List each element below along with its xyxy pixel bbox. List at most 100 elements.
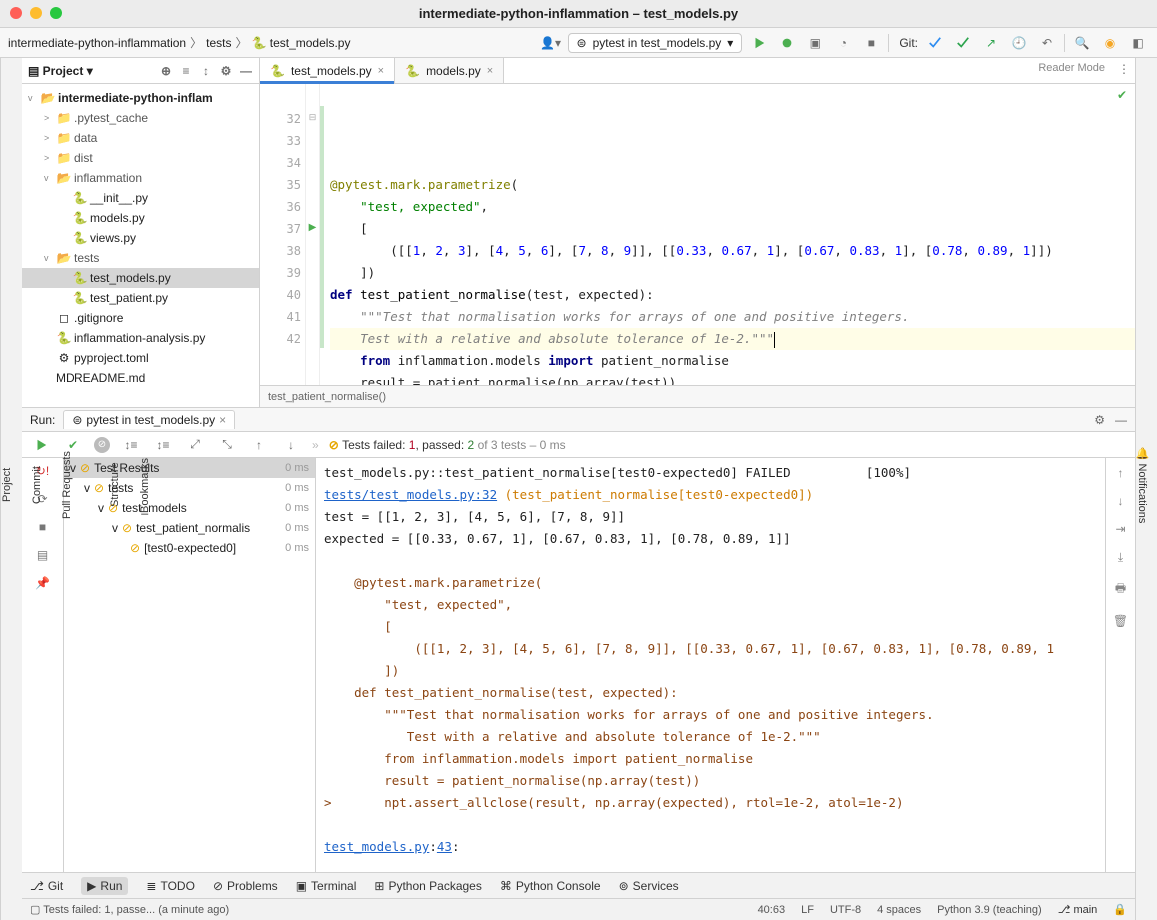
- close-icon[interactable]: [10, 7, 22, 19]
- tree-row[interactable]: v📂inflammation: [22, 168, 259, 188]
- tree-row[interactable]: >📁.pytest_cache: [22, 108, 259, 128]
- breadcrumb[interactable]: intermediate-python-inflammation 〉 tests…: [8, 34, 350, 51]
- file-encoding[interactable]: UTF-8: [830, 904, 861, 916]
- tree-row[interactable]: 🐍test_models.py: [22, 268, 259, 288]
- next-fail-button[interactable]: ↓: [280, 434, 302, 456]
- vcs-push-button[interactable]: ↗: [980, 32, 1002, 54]
- status-message[interactable]: ▢ Tests failed: 1, passe... (a minute ag…: [30, 903, 229, 916]
- test-tree-row[interactable]: v⊘tests0 ms: [64, 478, 315, 498]
- run-button[interactable]: [748, 32, 770, 54]
- tool-pull-requests[interactable]: Pull Requests: [61, 447, 73, 523]
- close-icon[interactable]: ×: [487, 65, 493, 77]
- test-output[interactable]: test_models.py::test_patient_normalise[t…: [316, 458, 1105, 872]
- tree-row[interactable]: v📂intermediate-python-inflam: [22, 88, 259, 108]
- editor-breadcrumb[interactable]: test_patient_normalise(): [260, 385, 1135, 407]
- collapse-icon[interactable]: ↕: [199, 64, 213, 78]
- git-branch[interactable]: ⎇ main: [1058, 903, 1098, 916]
- test-tree-row[interactable]: v⊘Test Results0 ms: [64, 458, 315, 478]
- tree-row[interactable]: ⚙︎pyproject.toml: [22, 348, 259, 368]
- indent-setting[interactable]: 4 spaces: [877, 904, 921, 916]
- test-tree-row[interactable]: v⊘test_patient_normalis0 ms: [64, 518, 315, 538]
- layout-button[interactable]: ▤: [37, 548, 48, 562]
- print-icon[interactable]: 🖶: [1115, 579, 1126, 600]
- close-icon[interactable]: ×: [219, 413, 226, 427]
- sort-button[interactable]: ↕≡: [120, 434, 142, 456]
- pin-icon[interactable]: 📌: [35, 576, 50, 590]
- test-tree-row[interactable]: v⊘test_models0 ms: [64, 498, 315, 518]
- hide-icon[interactable]: —: [239, 64, 253, 78]
- breadcrumb-item[interactable]: intermediate-python-inflammation: [8, 36, 186, 50]
- test-results-tree[interactable]: v⊘Test Results0 msv⊘tests0 msv⊘test_mode…: [64, 458, 316, 872]
- tool-python-console[interactable]: ⌘ Python Console: [500, 879, 601, 893]
- minimize-icon[interactable]: [30, 7, 42, 19]
- expand-icon[interactable]: ≡: [179, 64, 193, 78]
- trash-icon[interactable]: 🗑: [1113, 614, 1128, 628]
- tree-row[interactable]: 🐍inflammation-analysis.py: [22, 328, 259, 348]
- ide-update-button[interactable]: ◉: [1099, 32, 1121, 54]
- project-tree[interactable]: v📂intermediate-python-inflam>📁.pytest_ca…: [22, 84, 259, 407]
- tool-bookmarks[interactable]: Bookmarks: [139, 453, 151, 516]
- sort2-button[interactable]: ↕≡: [152, 434, 174, 456]
- coverage-button[interactable]: ▣: [804, 32, 826, 54]
- interpreter[interactable]: Python 3.9 (teaching): [937, 904, 1042, 916]
- zoom-icon[interactable]: [50, 7, 62, 19]
- tool-git[interactable]: ⎇ Git: [30, 879, 63, 893]
- tree-row[interactable]: 🐍models.py: [22, 208, 259, 228]
- debug-button[interactable]: [776, 32, 798, 54]
- lock-icon[interactable]: 🔒: [1113, 903, 1127, 916]
- tool-commit[interactable]: Commit: [31, 462, 43, 508]
- stop-button[interactable]: ■: [860, 32, 882, 54]
- expand-all-button[interactable]: ⤢: [184, 434, 206, 456]
- target-icon[interactable]: ⊕: [159, 64, 173, 78]
- tree-row[interactable]: v📂tests: [22, 248, 259, 268]
- search-button[interactable]: 🔍: [1071, 32, 1093, 54]
- toggle-ignored-button[interactable]: ⊘: [94, 437, 110, 453]
- prev-fail-button[interactable]: ↑: [248, 434, 270, 456]
- tree-row[interactable]: 🐍__init__.py: [22, 188, 259, 208]
- tool-todo[interactable]: ≣ TODO: [146, 879, 195, 893]
- editor-tab-test-models[interactable]: 🐍 test_models.py ×: [260, 58, 395, 83]
- run-panel-tab[interactable]: ⊜ pytest in test_models.py ×: [63, 410, 235, 429]
- tool-terminal[interactable]: ▣ Terminal: [296, 879, 357, 893]
- hide-icon[interactable]: —: [1115, 413, 1127, 427]
- code-with-me-button[interactable]: ◧: [1127, 32, 1149, 54]
- breadcrumb-item[interactable]: tests: [206, 36, 231, 50]
- collapse-all-button[interactable]: ⤡: [216, 434, 238, 456]
- soft-wrap-icon[interactable]: ⇥: [1115, 522, 1125, 536]
- vcs-rollback-button[interactable]: ↶: [1036, 32, 1058, 54]
- test-tree-row[interactable]: ⊘[test0-expected0]0 ms: [64, 538, 315, 558]
- fold-gutter[interactable]: ⊟▶: [306, 84, 320, 385]
- tree-row[interactable]: >📁dist: [22, 148, 259, 168]
- tabs-menu-icon[interactable]: ⋮: [1113, 58, 1135, 80]
- user-icon[interactable]: 👤▾: [540, 32, 562, 54]
- breadcrumb-item[interactable]: 🐍 test_models.py: [251, 36, 350, 50]
- tree-row[interactable]: >📁data: [22, 128, 259, 148]
- scroll-up-icon[interactable]: ↑: [1118, 466, 1124, 480]
- editor-tab-models[interactable]: 🐍 models.py ×: [395, 58, 504, 83]
- close-icon[interactable]: ×: [378, 65, 384, 77]
- gear-icon[interactable]: ⚙: [219, 64, 233, 78]
- scroll-down-icon[interactable]: ↓: [1118, 494, 1124, 508]
- gear-icon[interactable]: ⚙: [1094, 413, 1105, 427]
- caret-position[interactable]: 40:63: [758, 904, 786, 916]
- reader-mode-label[interactable]: Reader Mode: [1038, 62, 1105, 74]
- tool-run[interactable]: ▶ Run: [81, 877, 128, 895]
- tool-project[interactable]: Project: [1, 464, 13, 506]
- tool-services[interactable]: ⊚ Services: [619, 879, 679, 893]
- tool-notifications[interactable]: 🔔 Notifications: [1136, 443, 1149, 527]
- tool-python-packages[interactable]: ⊞ Python Packages: [374, 879, 481, 893]
- tool-structure[interactable]: Structure: [109, 459, 121, 512]
- rerun-button[interactable]: [30, 434, 52, 456]
- stop-tests-button[interactable]: ■: [39, 520, 46, 534]
- line-separator[interactable]: LF: [801, 904, 814, 916]
- code-area[interactable]: new * @pytest.mark.parametrize( "test, e…: [324, 84, 1135, 385]
- scroll-end-icon[interactable]: ⤓: [1118, 550, 1123, 565]
- tool-problems[interactable]: ⊘ Problems: [213, 879, 278, 893]
- tree-row[interactable]: 🐍views.py: [22, 228, 259, 248]
- run-configuration-selector[interactable]: ⊜ pytest in test_models.py ▾: [568, 33, 743, 53]
- vcs-commit-button[interactable]: [952, 32, 974, 54]
- tree-row[interactable]: 🐍test_patient.py: [22, 288, 259, 308]
- tree-row[interactable]: MDREADME.md: [22, 368, 259, 388]
- profile-button[interactable]: ◔: [832, 32, 854, 54]
- vcs-update-button[interactable]: [924, 32, 946, 54]
